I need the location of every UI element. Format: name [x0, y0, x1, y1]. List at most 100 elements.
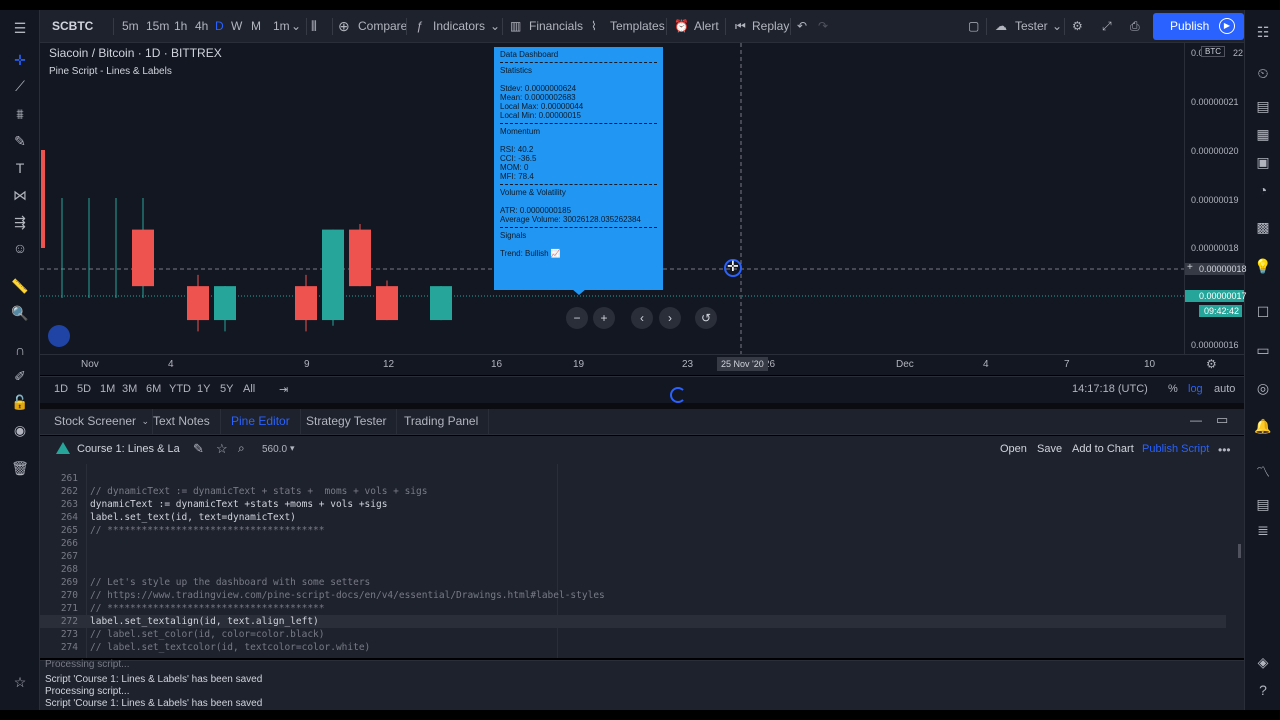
fib-icon[interactable]: ⩩	[10, 104, 30, 124]
hotlists-icon[interactable]: ▦	[1253, 124, 1273, 144]
templates-button[interactable]: Templates	[610, 10, 665, 42]
templates-icon[interactable]: ⌇	[591, 10, 597, 42]
code-line[interactable]: 261	[40, 472, 1226, 485]
code-line[interactable]: 263 dynamicText := dynamicText +stats +mo…	[40, 498, 1226, 511]
axis-settings-icon[interactable]: ⚙	[1206, 357, 1217, 371]
interval-m[interactable]: M	[251, 10, 261, 42]
more-icon[interactable]: •••	[1218, 443, 1231, 457]
script-name[interactable]: Course 1: Lines & La	[77, 443, 180, 455]
goto-date-icon[interactable]: ⇥	[279, 383, 288, 396]
clock-time[interactable]: 14:17:18 (UTC)	[1072, 383, 1148, 395]
symbol-title[interactable]: Siacoin / Bitcoin · 1D · BITTREX	[49, 46, 222, 60]
log-toggle[interactable]: log	[1188, 383, 1203, 395]
compare-button[interactable]: Compare	[358, 10, 407, 42]
pine-panel-icon[interactable]: 〽	[1253, 462, 1273, 482]
scroll-left-button[interactable]: ‹	[631, 307, 653, 329]
star-icon[interactable]: ☆	[10, 672, 30, 692]
code-line[interactable]: 265 // **********************************…	[40, 524, 1226, 537]
settings-icon[interactable]: ⚙	[1072, 10, 1083, 42]
interval-1h[interactable]: 1h	[174, 10, 187, 42]
search-icon[interactable]: ⌕	[238, 441, 245, 456]
lightbulb-icon[interactable]: 💡	[1253, 256, 1273, 276]
trash-icon[interactable]: 🗑	[10, 458, 30, 478]
zoom-out-button[interactable]: −	[566, 307, 588, 329]
snapshot-icon[interactable]: ⎙	[1130, 10, 1140, 42]
indicators-button[interactable]: Indicators	[433, 10, 485, 42]
redo-icon[interactable]: ↷	[818, 10, 828, 42]
trend-line-icon[interactable]: ⟋	[10, 76, 30, 96]
range-3m[interactable]: 3M	[122, 383, 137, 395]
alert-icon[interactable]: ⏰	[674, 10, 689, 42]
code-line[interactable]: 273 // label.set_color(id, color=color.bl…	[40, 628, 1226, 641]
version-dropdown-icon[interactable]: ▾	[290, 443, 295, 454]
interval-w[interactable]: W	[231, 10, 242, 42]
publish-button[interactable]: Publish ▶	[1153, 13, 1244, 40]
symbol-search[interactable]: SCBTC	[52, 10, 93, 42]
indicators-dropdown-icon[interactable]: ⌄	[490, 10, 500, 42]
interval-dropdown-icon[interactable]: ⌄	[291, 10, 301, 42]
scrollbar-thumb[interactable]	[1238, 544, 1241, 558]
data-window-icon[interactable]: ▤	[1253, 96, 1273, 116]
help-icon[interactable]: ?	[1253, 680, 1273, 700]
code-line[interactable]: 262 // dynamicText := dynamicText + stats…	[40, 485, 1226, 498]
range-1d[interactable]: 1D	[54, 383, 68, 395]
code-line[interactable]: 266	[40, 537, 1226, 550]
alert-button[interactable]: Alert	[694, 10, 719, 42]
interval-1m[interactable]: 1m	[273, 10, 290, 42]
tester-button[interactable]: Tester	[1015, 10, 1048, 42]
tab-stock-screener[interactable]: Stock Screener ⌄	[44, 409, 154, 434]
lock-drawing-icon[interactable]: ✐	[10, 366, 30, 386]
icons-tool-icon[interactable]: ☺	[10, 238, 30, 258]
dom-icon[interactable]: ≣	[1253, 520, 1273, 540]
range-1m[interactable]: 1M	[100, 383, 115, 395]
notifications-icon[interactable]: 🔔	[1253, 416, 1273, 436]
layers-icon[interactable]: ◈	[1253, 652, 1273, 672]
indicators-icon[interactable]: ƒ	[416, 10, 423, 42]
rename-icon[interactable]: ✎	[193, 441, 204, 457]
object-tree-icon[interactable]: ▤	[1253, 494, 1273, 514]
code-line[interactable]: 268	[40, 563, 1226, 576]
calendar-grid-icon[interactable]: ▩	[1253, 217, 1273, 237]
add-to-chart-button[interactable]: Add to Chart	[1072, 443, 1134, 455]
version-select[interactable]: 560.0	[262, 444, 287, 455]
study-title[interactable]: Pine Script - Lines & Labels	[49, 66, 172, 77]
zoom-icon[interactable]: 🔍	[10, 303, 30, 323]
compare-icon[interactable]: ⊕	[338, 10, 350, 42]
code-line[interactable]: 271 // **********************************…	[40, 602, 1226, 615]
interval-4h[interactable]: 4h	[195, 10, 208, 42]
eye-icon[interactable]: ◉	[10, 420, 30, 440]
ideas-icon[interactable]: ◔	[1253, 180, 1273, 200]
brush-icon[interactable]: ✎	[10, 131, 30, 151]
code-line[interactable]: 267	[40, 550, 1226, 563]
tab-pine-editor[interactable]: Pine Editor	[221, 409, 301, 434]
range-6m[interactable]: 6M	[146, 383, 161, 395]
chats-icon[interactable]: ▭	[1253, 340, 1273, 360]
tester-dropdown-icon[interactable]: ⌄	[1052, 10, 1062, 42]
replay-button[interactable]: Replay	[752, 10, 789, 42]
auto-toggle[interactable]: auto	[1214, 383, 1235, 395]
tester-icon[interactable]: ☁	[995, 10, 1007, 42]
time-axis[interactable]: Nov 4 9 12 16 19 23 26 Dec 4 7 10 25 Nov…	[40, 354, 1244, 375]
open-button[interactable]: Open	[1000, 443, 1027, 455]
range-5y[interactable]: 5Y	[220, 383, 233, 395]
code-line[interactable]: 272 label.set_textalign(id, text.align_le…	[40, 615, 1226, 628]
text-tool-icon[interactable]: T	[10, 158, 30, 178]
range-all[interactable]: All	[243, 383, 255, 395]
range-1y[interactable]: 1Y	[197, 383, 210, 395]
replay-icon[interactable]: ⏮	[735, 10, 746, 42]
zoom-in-button[interactable]: +	[593, 307, 615, 329]
chart-type-icon[interactable]: ⫴	[311, 10, 317, 42]
financials-icon[interactable]: ▥	[510, 10, 521, 42]
crosshair-icon[interactable]: ✛	[10, 50, 30, 70]
minimize-icon[interactable]: —	[1190, 413, 1202, 427]
percent-toggle[interactable]: %	[1168, 383, 1178, 395]
alerts-panel-icon[interactable]: ⏲	[1253, 63, 1273, 83]
interval-d[interactable]: D	[215, 10, 224, 42]
maximize-icon[interactable]: ▭	[1216, 412, 1228, 428]
tab-text-notes[interactable]: Text Notes	[143, 409, 221, 434]
pattern-icon[interactable]: ⋈	[10, 185, 30, 205]
code-line[interactable]: 270 // https://www.tradingview.com/pine-s…	[40, 589, 1226, 602]
prediction-icon[interactable]: ⇶	[10, 212, 30, 232]
layout-icon[interactable]: ▢	[968, 10, 979, 42]
scroll-right-button[interactable]: ›	[659, 307, 681, 329]
